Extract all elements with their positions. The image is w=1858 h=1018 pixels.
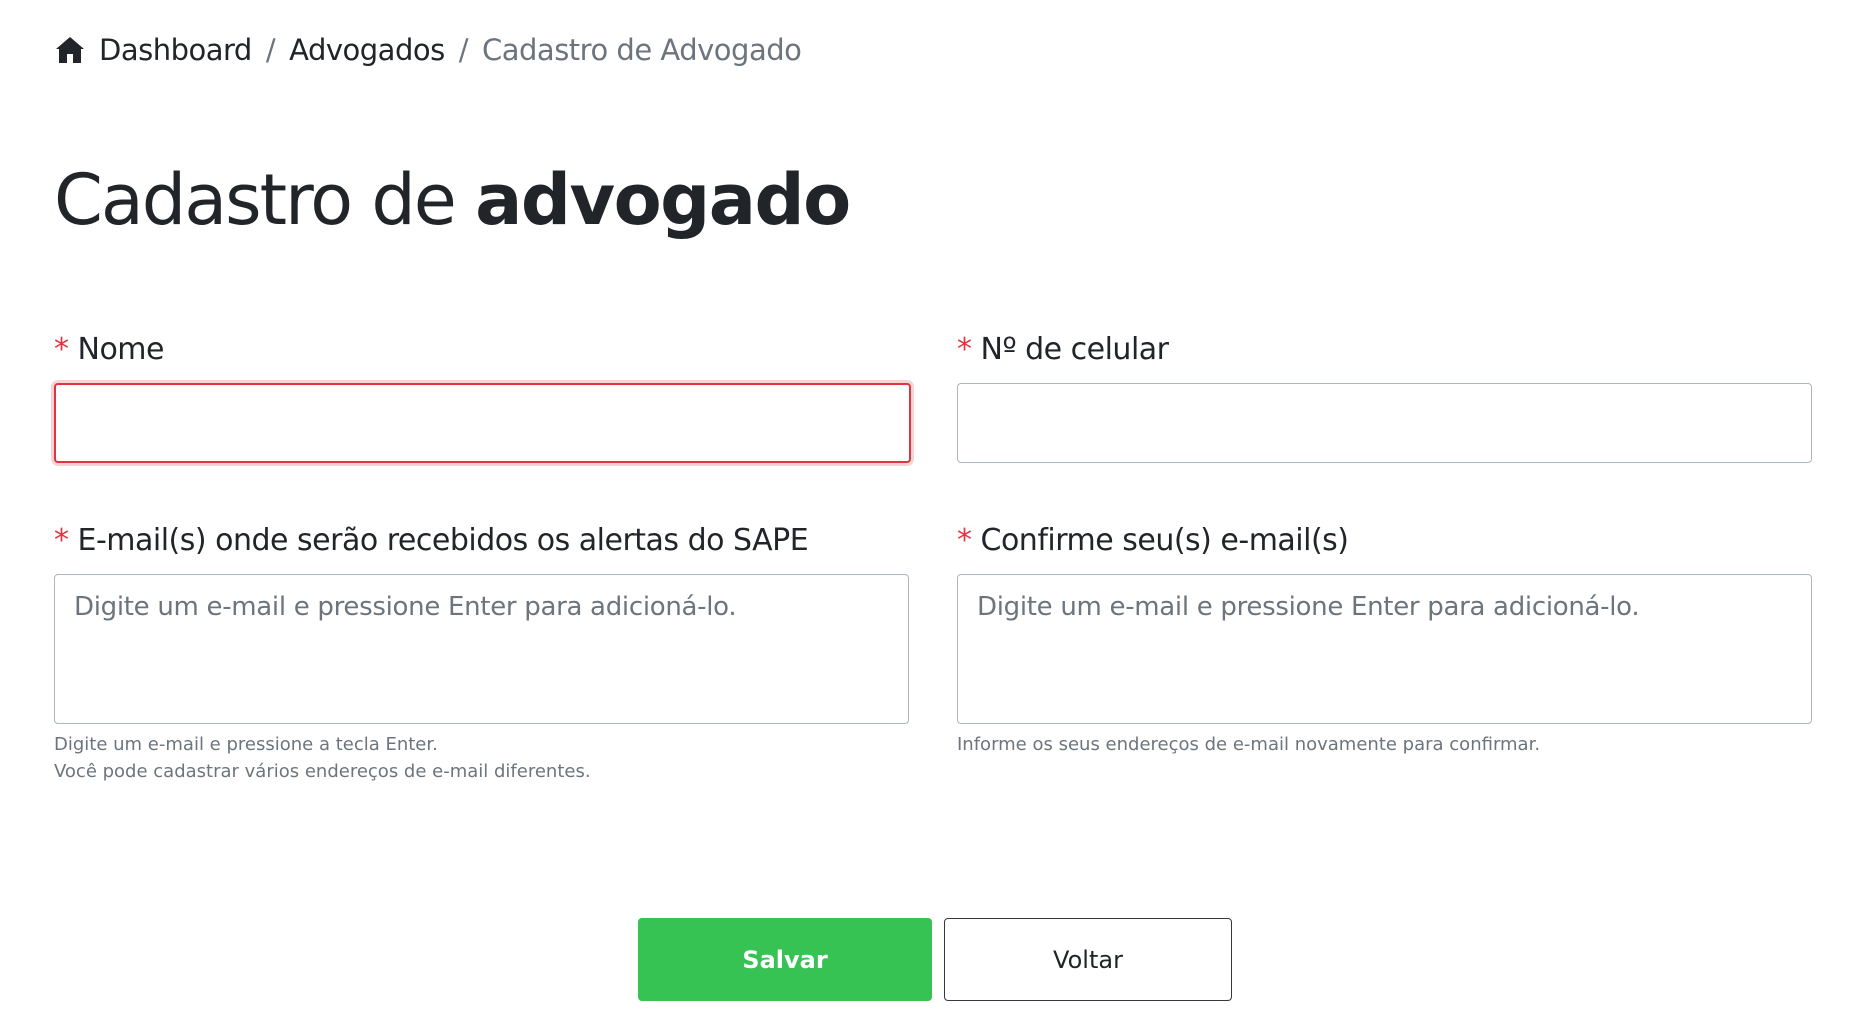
- confirm-emails-help: Informe os seus endereços de e-mail nova…: [957, 734, 1541, 755]
- emails-input[interactable]: Digite um e-mail e pressione Enter para …: [54, 574, 909, 724]
- celular-input[interactable]: [957, 383, 1812, 463]
- back-button[interactable]: Voltar: [944, 918, 1232, 1001]
- breadcrumb-advogados-link[interactable]: Advogados: [289, 33, 445, 67]
- nome-label-text: Nome: [77, 332, 165, 367]
- celular-label: * Nº de celular: [957, 332, 1169, 367]
- emails-help-line1: Digite um e-mail e pressione a tecla Ent…: [54, 734, 438, 755]
- required-marker: *: [957, 523, 972, 558]
- breadcrumb-current: Cadastro de Advogado: [482, 33, 802, 67]
- breadcrumb-dashboard-link[interactable]: Dashboard: [99, 33, 252, 67]
- confirm-emails-label-text: Confirme seu(s) e-mail(s): [980, 523, 1350, 558]
- page-title: Cadastro de advogado: [54, 158, 851, 242]
- page-title-bold: advogado: [475, 159, 851, 241]
- breadcrumb: Dashboard / Advogados / Cadastro de Advo…: [55, 33, 802, 67]
- required-marker: *: [957, 332, 972, 367]
- breadcrumb-separator: /: [265, 33, 276, 67]
- confirm-emails-placeholder: Digite um e-mail e pressione Enter para …: [977, 592, 1640, 622]
- confirm-emails-label: * Confirme seu(s) e-mail(s): [957, 523, 1349, 558]
- nome-label: * Nome: [54, 332, 164, 367]
- celular-label-text: Nº de celular: [980, 332, 1170, 367]
- nome-input[interactable]: [54, 383, 911, 463]
- page-title-light: Cadastro de: [54, 159, 476, 241]
- emails-label-text: E-mail(s) onde serão recebidos os alerta…: [77, 523, 809, 558]
- save-button[interactable]: Salvar: [638, 918, 932, 1001]
- emails-placeholder: Digite um e-mail e pressione Enter para …: [74, 592, 737, 622]
- required-marker: *: [54, 523, 69, 558]
- confirm-emails-input[interactable]: Digite um e-mail e pressione Enter para …: [957, 574, 1812, 724]
- home-icon[interactable]: [55, 36, 85, 64]
- breadcrumb-separator: /: [458, 33, 469, 67]
- required-marker: *: [54, 332, 69, 367]
- emails-help-line2: Você pode cadastrar vários endereços de …: [54, 761, 591, 782]
- emails-help: Digite um e-mail e pressione a tecla Ent…: [54, 731, 591, 785]
- emails-label: * E-mail(s) onde serão recebidos os alert…: [54, 523, 809, 558]
